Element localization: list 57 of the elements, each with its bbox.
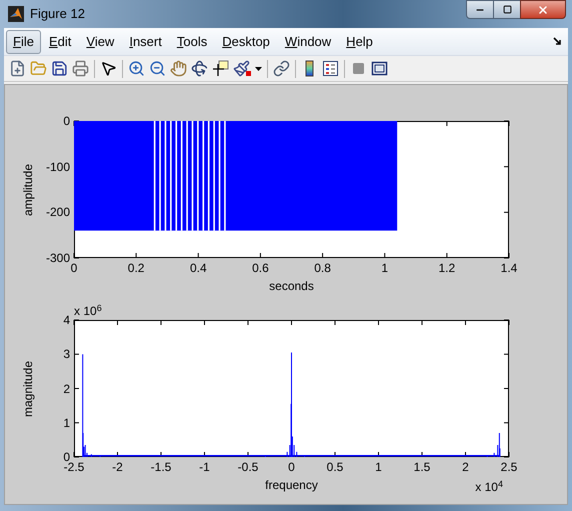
x-tick-label: 1.2 [438, 262, 456, 274]
y-tick-label: 1 [63, 416, 70, 429]
minimize-button[interactable] [466, 0, 494, 19]
link-icon[interactable] [271, 58, 292, 79]
maximize-icon [502, 5, 512, 14]
x-tick-label: 1.4 [500, 262, 518, 274]
y-axis-label: amplitude [22, 163, 34, 216]
menu-item[interactable]: Insert [122, 30, 169, 54]
close-icon [537, 4, 549, 16]
printer-icon[interactable] [70, 58, 91, 79]
menu-item[interactable]: Desktop [215, 30, 277, 54]
y-tick-label: 4 [63, 314, 70, 326]
data-cursor-icon[interactable] [210, 58, 231, 79]
menu-item[interactable]: Tools [170, 30, 214, 54]
x-tick-label: 2.5 [500, 461, 518, 473]
x-tick-label: 0 [288, 461, 295, 473]
x-tick-label: -2.5 [64, 461, 84, 473]
x-tick-label: 0.2 [128, 262, 144, 274]
y-tick-label: 2 [63, 382, 70, 394]
y-exponent: x 10$^{6}$ [74, 305, 102, 317]
brush-icon[interactable] [231, 58, 253, 79]
x-tick-label: 1 [375, 461, 382, 473]
x-axis-label: frequency [265, 479, 318, 491]
menu-item[interactable]: View [79, 30, 122, 54]
x-tick-label: 0.8 [314, 262, 331, 274]
x-tick-label: 0.6 [252, 262, 269, 274]
x-tick-label: -1.5 [150, 461, 172, 473]
x-exponent: x 10$^{4}$ [475, 481, 503, 493]
maximize-button[interactable] [494, 0, 520, 19]
menu-item[interactable]: File [6, 30, 41, 54]
menu-item[interactable]: Window [278, 30, 338, 54]
x-tick-label: 0 [70, 262, 78, 274]
y-tick-label: 3 [63, 348, 70, 360]
menu-item[interactable]: Edit [42, 30, 78, 54]
app-logo-icon [8, 6, 24, 22]
legend-icon[interactable] [320, 58, 341, 79]
x-tick-label: 2 [462, 461, 469, 473]
dock-arrow-icon[interactable] [553, 37, 562, 46]
y-axis-label: magnitude [22, 360, 34, 417]
x-tick-label: 0.4 [190, 262, 207, 274]
y-tick-label: -200 [46, 206, 70, 218]
y-tick-label: -100 [46, 160, 70, 173]
x-tick-label: -2 [112, 461, 123, 473]
window-title: Figure 12 [30, 5, 85, 24]
rotate-icon[interactable] [189, 58, 210, 79]
x-tick-label: 1.5 [414, 461, 430, 473]
x-tick-label: -0.5 [238, 461, 258, 473]
close-button[interactable] [520, 0, 566, 19]
caret-icon[interactable] [255, 66, 262, 70]
y-tick-label: 0 [63, 115, 70, 127]
x-tick-label: -1 [199, 461, 210, 473]
y-tick-label: -300 [46, 252, 70, 264]
x-axis-label: seconds [269, 280, 314, 292]
menu-item[interactable]: Help [339, 30, 380, 54]
x-tick-label: 0.5 [326, 461, 344, 473]
x-tick-label: 1 [381, 262, 388, 274]
y-tick-label: 0 [63, 451, 70, 463]
